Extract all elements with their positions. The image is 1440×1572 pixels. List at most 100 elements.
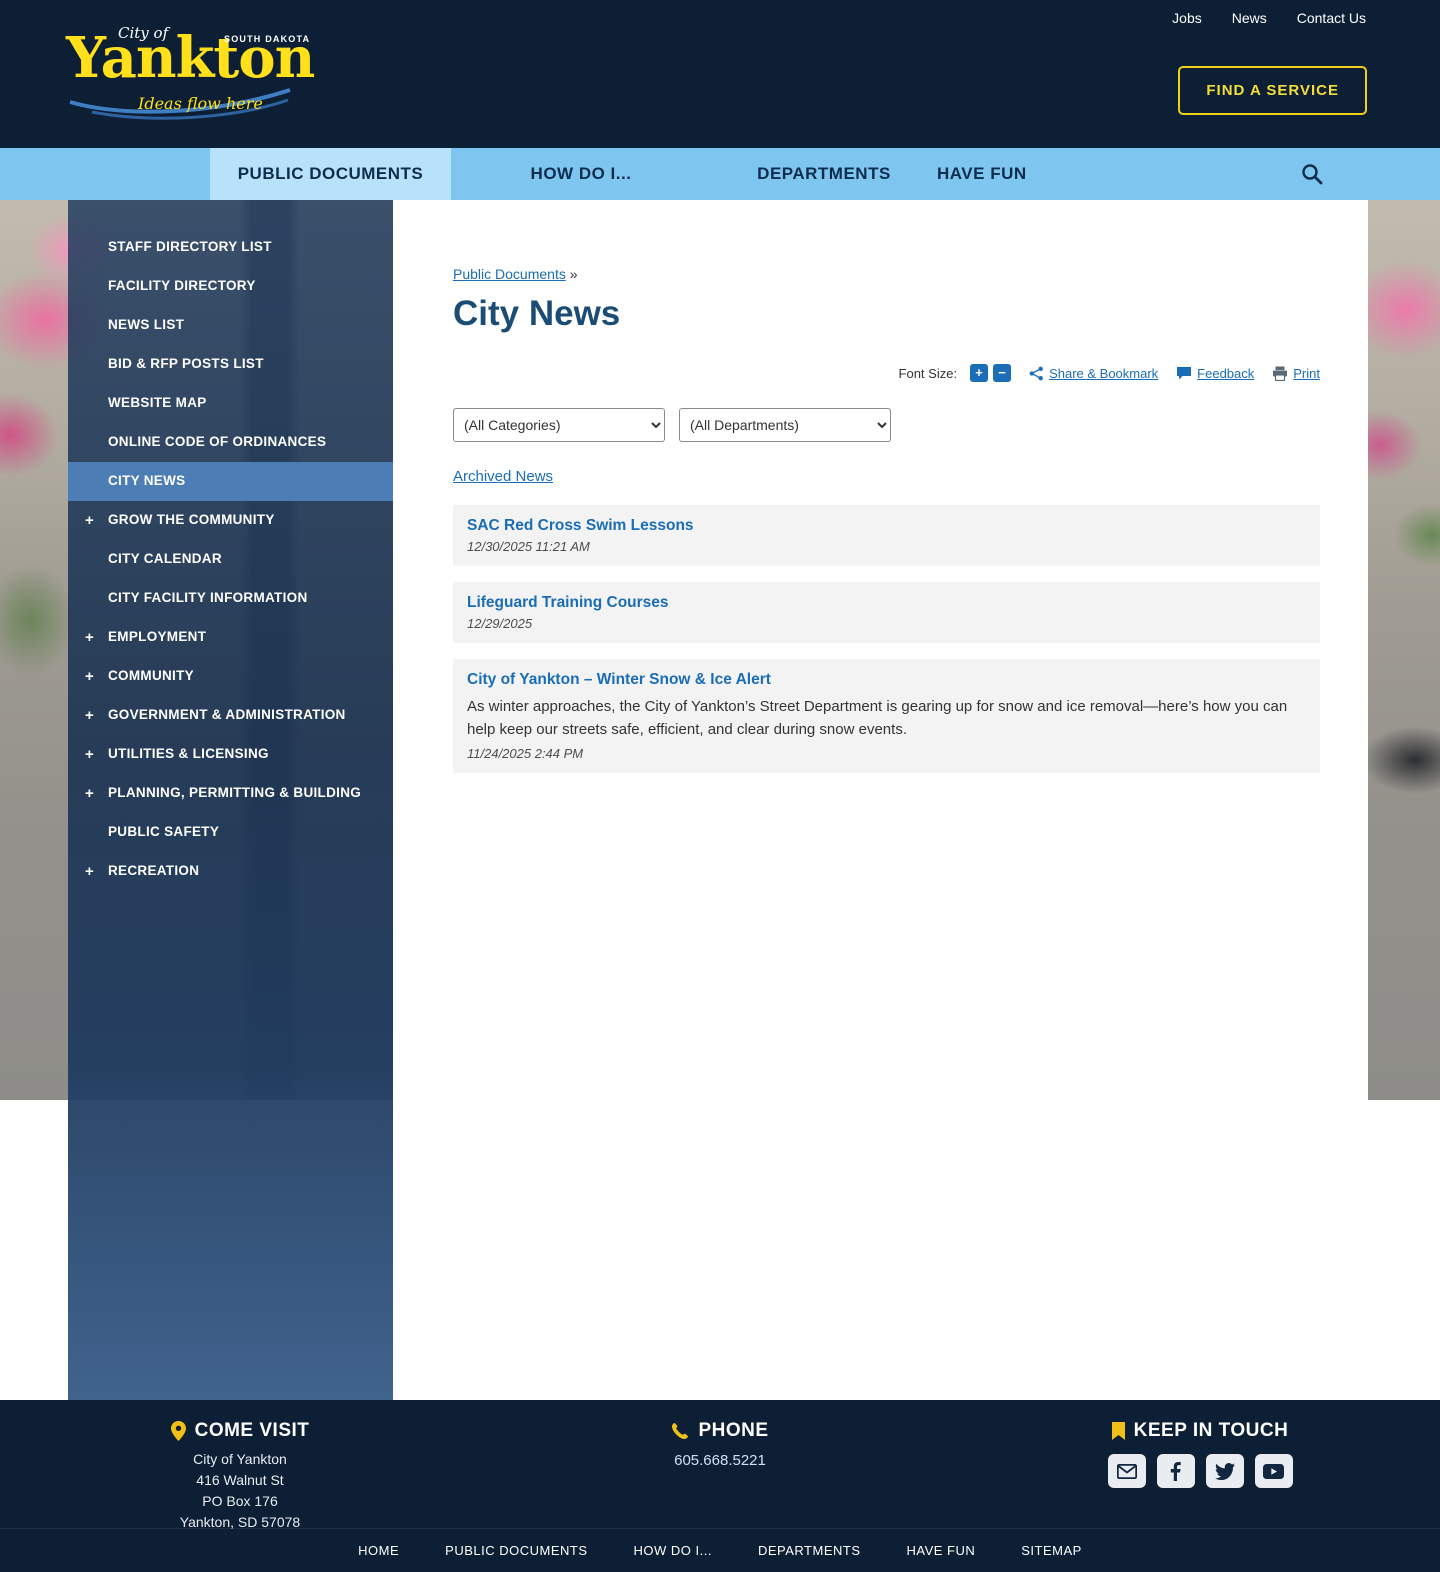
sidebar-item-label: ONLINE CODE OF ORDINANCES [108,434,327,450]
sidebar-item[interactable]: + PLANNING, PERMITTING & BUILDING [68,774,393,813]
page-title: City News [453,294,621,333]
header-utility-link[interactable]: Contact Us [1297,10,1366,26]
sidebar-item[interactable]: STAFF DIRECTORY LIST [68,228,393,267]
sidebar-item[interactable]: CITY NEWS [68,462,393,501]
sidebar-item[interactable]: CITY CALENDAR [68,540,393,579]
sidebar-item-label: EMPLOYMENT [108,629,207,645]
site-footer: COME VISIT City of Yankton 416 Walnut St P… [0,1400,1440,1572]
share-bookmark-link[interactable]: Share & Bookmark [1049,366,1158,381]
font-size-label: Font Size: [898,365,958,381]
font-size-increase-button[interactable]: + [970,364,989,382]
main-nav-item[interactable]: HAVE FUN [937,148,1027,200]
header-utility-link[interactable]: News [1232,10,1267,26]
breadcrumb: Public Documents » [453,266,1320,282]
main-nav: PUBLIC DOCUMENTS HOW DO I... DEPARTMENTS HA… [0,148,1440,200]
font-size-decrease-button[interactable]: − [993,364,1012,382]
sidebar-item[interactable]: ONLINE CODE OF ORDINANCES [68,423,393,462]
archived-news-link[interactable]: Archived News [453,468,553,485]
email-button[interactable] [1107,1454,1146,1488]
sidebar-item[interactable]: + EMPLOYMENT [68,618,393,657]
feedback-icon [1177,367,1192,380]
address-line: Yankton, SD 57078 [179,1514,301,1530]
address-line: 416 Walnut St [196,1472,284,1488]
categories-filter-select[interactable]: (All Categories) [453,408,665,442]
breadcrumb-link[interactable]: Public Documents [453,266,566,282]
main-panel: Public Documents » City News Font Size: … [393,200,1368,1400]
facebook-icon [1170,1461,1181,1481]
social-icons-row [960,1454,1440,1488]
header-utility-links: Jobs News Contact Us [1172,10,1366,26]
sidebar-item[interactable]: + GOVERNMENT & ADMINISTRATION [68,696,393,735]
youtube-button[interactable] [1254,1454,1293,1488]
twitter-icon [1214,1462,1235,1480]
phone-heading: PHONE [698,1420,769,1441]
main-nav-item[interactable]: HOW DO I... [451,148,711,200]
twitter-button[interactable] [1205,1454,1244,1488]
sidebar-item-label: COMMUNITY [108,668,194,684]
keep-in-touch-heading: KEEP IN TOUCH [1133,1420,1289,1441]
expand-plus-icon[interactable]: + [68,707,108,724]
expand-plus-icon[interactable]: + [68,746,108,763]
news-date: 12/29/2025 [467,616,533,631]
news-title-link[interactable]: Lifeguard Training Courses [467,594,669,612]
news-title-link[interactable]: City of Yankton – Winter Snow & Ice Aler… [467,671,771,689]
expand-plus-icon[interactable]: + [68,863,108,880]
sidebar-item[interactable]: NEWS LIST [68,306,393,345]
search-button[interactable] [1290,148,1334,200]
facebook-button[interactable] [1156,1454,1195,1488]
footer-nav-link[interactable]: HAVE FUN [907,1543,976,1558]
news-title-link[interactable]: SAC Red Cross Swim Lessons [467,517,694,535]
footer-nav-link[interactable]: PUBLIC DOCUMENTS [445,1543,587,1558]
print-link[interactable]: Print [1293,366,1320,381]
expand-plus-icon[interactable]: + [68,629,108,646]
sidebar-item[interactable]: PUBLIC SAFETY [68,813,393,852]
feedback-link[interactable]: Feedback [1197,366,1254,381]
footer-nav-link[interactable]: DEPARTMENTS [758,1543,861,1558]
sidebar-item[interactable]: FACILITY DIRECTORY [68,267,393,306]
news-description: As winter approaches, the City of Yankto… [467,698,1288,738]
expand-plus-icon[interactable]: + [68,512,108,529]
address-lines: City of Yankton 416 Walnut St PO Box 176 Ya… [0,1449,480,1533]
email-icon [1116,1463,1137,1479]
sidebar-item-label: FACILITY DIRECTORY [108,278,256,294]
search-icon [1302,164,1323,185]
expand-plus-icon[interactable]: + [68,785,108,802]
header-utility-link[interactable]: Jobs [1172,10,1202,26]
site-header: City of Yankton SOUTH DAKOTA Ideas flow … [0,0,1440,148]
sidebar-item-label: GOVERNMENT & ADMINISTRATION [108,707,346,723]
sidebar-item[interactable]: BID & RFP POSTS LIST [68,345,393,384]
phone-icon [672,1423,689,1439]
footer-nav-link[interactable]: HOME [358,1543,399,1558]
sidebar-item-label: CITY CALENDAR [108,551,222,567]
departments-filter-select[interactable]: (All Departments) [679,408,891,442]
logo-tagline: Ideas flow here [138,94,263,113]
sidebar-item[interactable]: CITY FACILITY INFORMATION [68,579,393,618]
find-a-service-button[interactable]: FIND A SERVICE [1178,66,1367,115]
page-toolbar: Font Size: + − Share & Bookmark Feedback [453,364,1320,382]
footer-bottom-nav: HOME PUBLIC DOCUMENTS HOW DO I... DEPARTMEN… [0,1528,1440,1572]
sidebar-item[interactable]: + UTILITIES & LICENSING [68,735,393,774]
city-of-yankton-logo[interactable]: City of Yankton SOUTH DAKOTA Ideas flow … [66,16,316,132]
phone-number-link[interactable]: 605.668.5221 [674,1452,766,1469]
sidebar-item[interactable]: + COMMUNITY [68,657,393,696]
sidebar-item[interactable]: + RECREATION [68,852,393,891]
news-item: SAC Red Cross Swim Lessons 12/30/2025 11… [453,505,1320,566]
footer-nav-link[interactable]: HOW DO I... [634,1543,712,1558]
sidebar-item[interactable]: WEBSITE MAP [68,384,393,423]
news-filters: (All Categories) (All Departments) [453,408,1320,442]
sidebar-item-label: PLANNING, PERMITTING & BUILDING [108,785,362,801]
main-nav-item[interactable]: DEPARTMENTS [711,148,937,200]
sidebar-item-label: WEBSITE MAP [108,395,207,411]
share-icon [1029,366,1043,380]
main-nav-item[interactable]: PUBLIC DOCUMENTS [210,148,451,200]
expand-plus-icon[interactable]: + [68,668,108,685]
content-area: STAFF DIRECTORY LIST FACILITY DIRECTORY … [0,200,1440,1400]
sidebar-item-label: CITY NEWS [108,473,186,489]
page: City of Yankton SOUTH DAKOTA Ideas flow … [0,0,1440,1572]
location-pin-icon [170,1421,186,1441]
logo-state: SOUTH DAKOTA [224,34,311,44]
footer-nav-link[interactable]: SITEMAP [1021,1543,1082,1558]
bookmark-icon [1111,1422,1125,1440]
sidebar: STAFF DIRECTORY LIST FACILITY DIRECTORY … [68,200,393,1400]
sidebar-item[interactable]: + GROW THE COMMUNITY [68,501,393,540]
